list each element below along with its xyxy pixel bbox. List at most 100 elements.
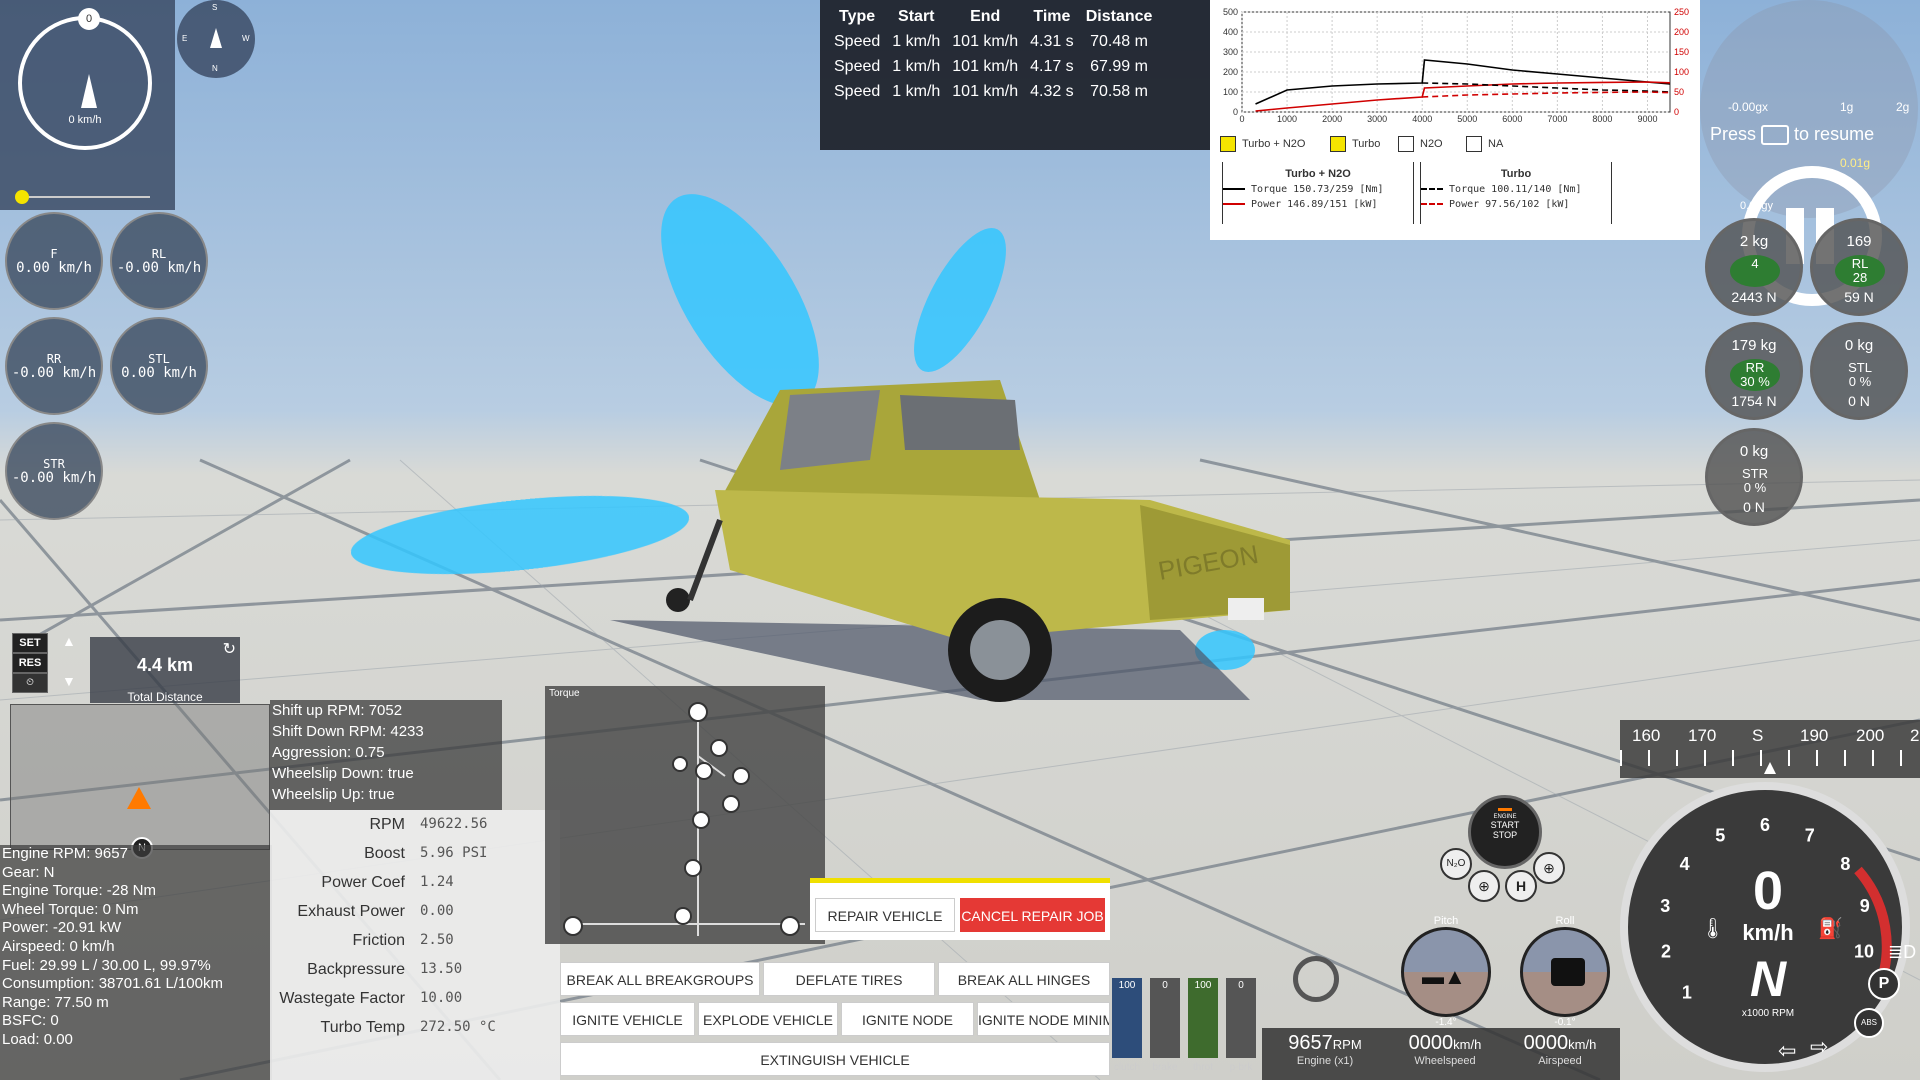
rpm-tick-label: 5	[1715, 825, 1725, 845]
table-row: Speed 1 km/h 101 km/h 4.17 s 67.99 m	[828, 54, 1158, 79]
cruise-speed-icon[interactable]: ⏲	[12, 673, 48, 693]
speed-unit: km/h	[1742, 920, 1794, 945]
vehicle-actions: BREAK ALL BREAKGROUPS DEFLATE TIRES BREA…	[560, 960, 1110, 1080]
speedometer-dial: 1 2 3 4 5 6 7 8 9 10 0 km/h N x1000 RPM 🌡 ⛽ P ABS…	[1620, 782, 1920, 1080]
gauge-mass: 0 kg	[1739, 443, 1769, 460]
rpm-tick-label: 9	[1860, 896, 1870, 916]
load-gauge-stl: 0 kg STL 0 % 0 N	[1810, 322, 1908, 420]
engine-line: Consumption: 38701.61 L/100km	[2, 975, 223, 993]
cell: 4.32 s	[1030, 82, 1074, 100]
cruise-up-icon[interactable]: ▲	[62, 633, 76, 649]
total-distance-value: 4.4 km	[136, 655, 194, 675]
rpm-tick-label: 2	[1661, 942, 1671, 962]
wheel-gauge-rl: RL -0.00 km/h	[110, 212, 208, 310]
y-right-tick-label: 0	[1674, 107, 1679, 117]
checkbox-n2o[interactable]: N2O	[1398, 136, 1443, 152]
heading-tick: 170	[1688, 726, 1717, 745]
engine-line: Engine Torque: -28 Nm	[2, 882, 156, 900]
checkbox-box[interactable]	[1220, 136, 1236, 152]
repair-dialog: REPAIR VEHICLE CANCEL REPAIR JOB	[810, 878, 1110, 940]
table-row: Speed 1 km/h 101 km/h 4.32 s 70.58 m	[828, 79, 1158, 104]
north-arrow-icon	[81, 74, 97, 108]
deflate-tires-button[interactable]: DEFLATE TIRES	[763, 962, 935, 996]
extinguish-vehicle-button[interactable]: EXTINGUISH VEHICLE	[560, 1042, 1110, 1076]
rpm-tick-label: 7	[1805, 825, 1815, 845]
tuning-value: 10.00	[420, 990, 463, 1006]
compass-speed: 0 km/h	[68, 114, 102, 126]
heading-tick: 190	[1800, 726, 1829, 745]
readout-unit: km/h	[1568, 1037, 1597, 1052]
heading-pointer-icon	[1764, 762, 1776, 774]
cell: 4.31 s	[1030, 32, 1074, 50]
start-stop-line: STOP	[1492, 830, 1518, 840]
parking-brake-pedal: 0 p-brk	[1226, 978, 1256, 1073]
checkbox-na[interactable]: NA	[1466, 136, 1503, 152]
checkbox-box[interactable]	[1330, 136, 1346, 152]
legend-title: Turbo	[1500, 168, 1532, 180]
plot-area	[1241, 11, 1671, 113]
checkbox-label: Turbo	[1352, 137, 1381, 150]
shift-info-panel: Shift up RPM: 7052 Shift Down RPM: 4233 …	[270, 700, 502, 810]
pause-overlay[interactable]: -0.00gx 1g 2g Press to resume 0.01g 0.01…	[1700, 0, 1920, 306]
tuning-row: RPM 49622.56	[270, 816, 560, 844]
readout-label: Wheelspeed	[1414, 1055, 1476, 1067]
y-left-tick-label: 500	[1223, 7, 1238, 17]
checkbox-turbo-n2o[interactable]: Turbo + N2O	[1220, 136, 1305, 152]
wheel-speed: -0.00 km/h	[11, 365, 97, 381]
legend-turbo-n2o: Turbo + N2O Torque 150.73/259 [Nm] Power…	[1222, 162, 1414, 224]
torque-power-chart: 0 1000 2000 3000 4000 5000 6000 7000 8000 9000010…	[1223, 7, 1689, 124]
heading-tick: 200	[1856, 726, 1885, 745]
legend-power: Power 97.56/102 [kW]	[1449, 199, 1570, 210]
checkbox-box[interactable]	[1466, 136, 1482, 152]
compass-slider-knob[interactable]	[15, 190, 29, 204]
compass-slider[interactable]	[15, 190, 150, 204]
wheel-gauge-stl: STL 0.00 km/h	[110, 317, 208, 415]
minimap[interactable]: N	[10, 704, 270, 859]
y-right-tick-label: 100	[1674, 67, 1689, 77]
diff-node-icon	[674, 907, 692, 925]
checkbox-turbo[interactable]: Turbo	[1330, 136, 1380, 152]
tuning-value: 49622.56	[420, 816, 488, 832]
resume-text: Press to resume	[1710, 124, 1874, 146]
mini-compass: S N E W	[177, 0, 255, 78]
roll-dial	[1520, 927, 1610, 1017]
x-tick-label: 0	[1239, 114, 1244, 124]
wheel-node-icon	[688, 702, 708, 722]
right-signal-icon[interactable]: ⇨	[1810, 1034, 1828, 1060]
cruise-set-button[interactable]: SET	[12, 633, 48, 653]
shift-line: Aggression: 0.75	[272, 744, 385, 761]
tuning-value: 0.00	[420, 903, 454, 919]
engine-line: Fuel: 29.99 L / 30.00 L, 99.97%	[2, 956, 211, 974]
clutch-node-icon	[695, 762, 713, 780]
reset-distance-icon[interactable]: ↻	[223, 639, 236, 659]
x-tick-label: 1000	[1277, 114, 1297, 124]
tuning-key: Turbo Temp	[320, 1019, 405, 1036]
ignite-vehicle-button[interactable]: IGNITE VEHICLE	[560, 1002, 695, 1036]
cancel-repair-button[interactable]: CANCEL REPAIR JOB	[960, 898, 1105, 932]
explode-vehicle-button[interactable]: EXPLODE VEHICLE	[698, 1002, 838, 1036]
checkbox-label: NA	[1488, 137, 1504, 150]
cruise-res-button[interactable]: RES	[12, 653, 48, 673]
n2o-button[interactable]: N₂O	[1440, 848, 1472, 880]
pitch-dial: ▬▲	[1401, 927, 1491, 1017]
ignite-node-minimum-button[interactable]: IGNITE NODE MINIM	[977, 1002, 1110, 1036]
handbrake-button[interactable]: H	[1505, 870, 1537, 902]
tuning-row: Power Coef 1.24	[270, 874, 560, 902]
cruise-down-icon[interactable]: ▼	[62, 673, 76, 689]
airspeed-readout: 0000km/h Airspeed	[1500, 1032, 1620, 1067]
checkbox-box[interactable]	[1398, 136, 1414, 152]
left-signal-icon[interactable]: ⇦	[1778, 1038, 1796, 1064]
lock-wheel-icon[interactable]: ⊕	[1468, 870, 1500, 902]
abs-icon: ABS	[1854, 1008, 1884, 1038]
engine-start-stop-button[interactable]: ENGINE START STOP	[1468, 795, 1542, 869]
engine-line: Wheel Torque: 0 Nm	[2, 900, 139, 918]
rpm-tick-label: 1	[1682, 983, 1692, 1003]
repair-vehicle-button[interactable]: REPAIR VEHICLE	[815, 898, 955, 932]
break-breakgroups-button[interactable]: BREAK ALL BREAKGROUPS	[560, 962, 760, 996]
ignite-node-button[interactable]: IGNITE NODE	[841, 1002, 974, 1036]
shaft-node-icon	[684, 859, 702, 877]
break-hinges-button[interactable]: BREAK ALL HINGES	[938, 962, 1110, 996]
readout-unit: RPM	[1332, 1037, 1362, 1052]
y-right-tick-label: 50	[1674, 87, 1684, 97]
diff-lock-icon[interactable]: ⊕	[1533, 852, 1565, 884]
